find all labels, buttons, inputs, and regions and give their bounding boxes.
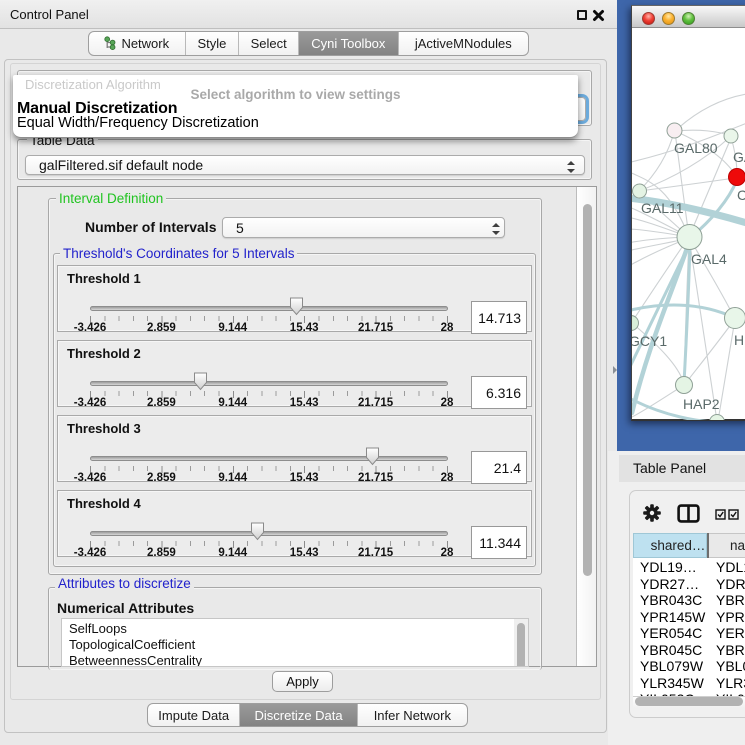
svg-text:HI: HI bbox=[734, 332, 745, 348]
svg-text:GAL80: GAL80 bbox=[674, 140, 718, 156]
svg-text:GAL1: GAL1 bbox=[733, 149, 745, 165]
svg-text:GAL11: GAL11 bbox=[641, 200, 684, 216]
svg-text:GCY1: GCY1 bbox=[632, 333, 667, 349]
svg-text:GAL4: GAL4 bbox=[691, 251, 727, 267]
svg-text:HAP2: HAP2 bbox=[683, 396, 720, 412]
svg-text:C: C bbox=[737, 187, 745, 203]
